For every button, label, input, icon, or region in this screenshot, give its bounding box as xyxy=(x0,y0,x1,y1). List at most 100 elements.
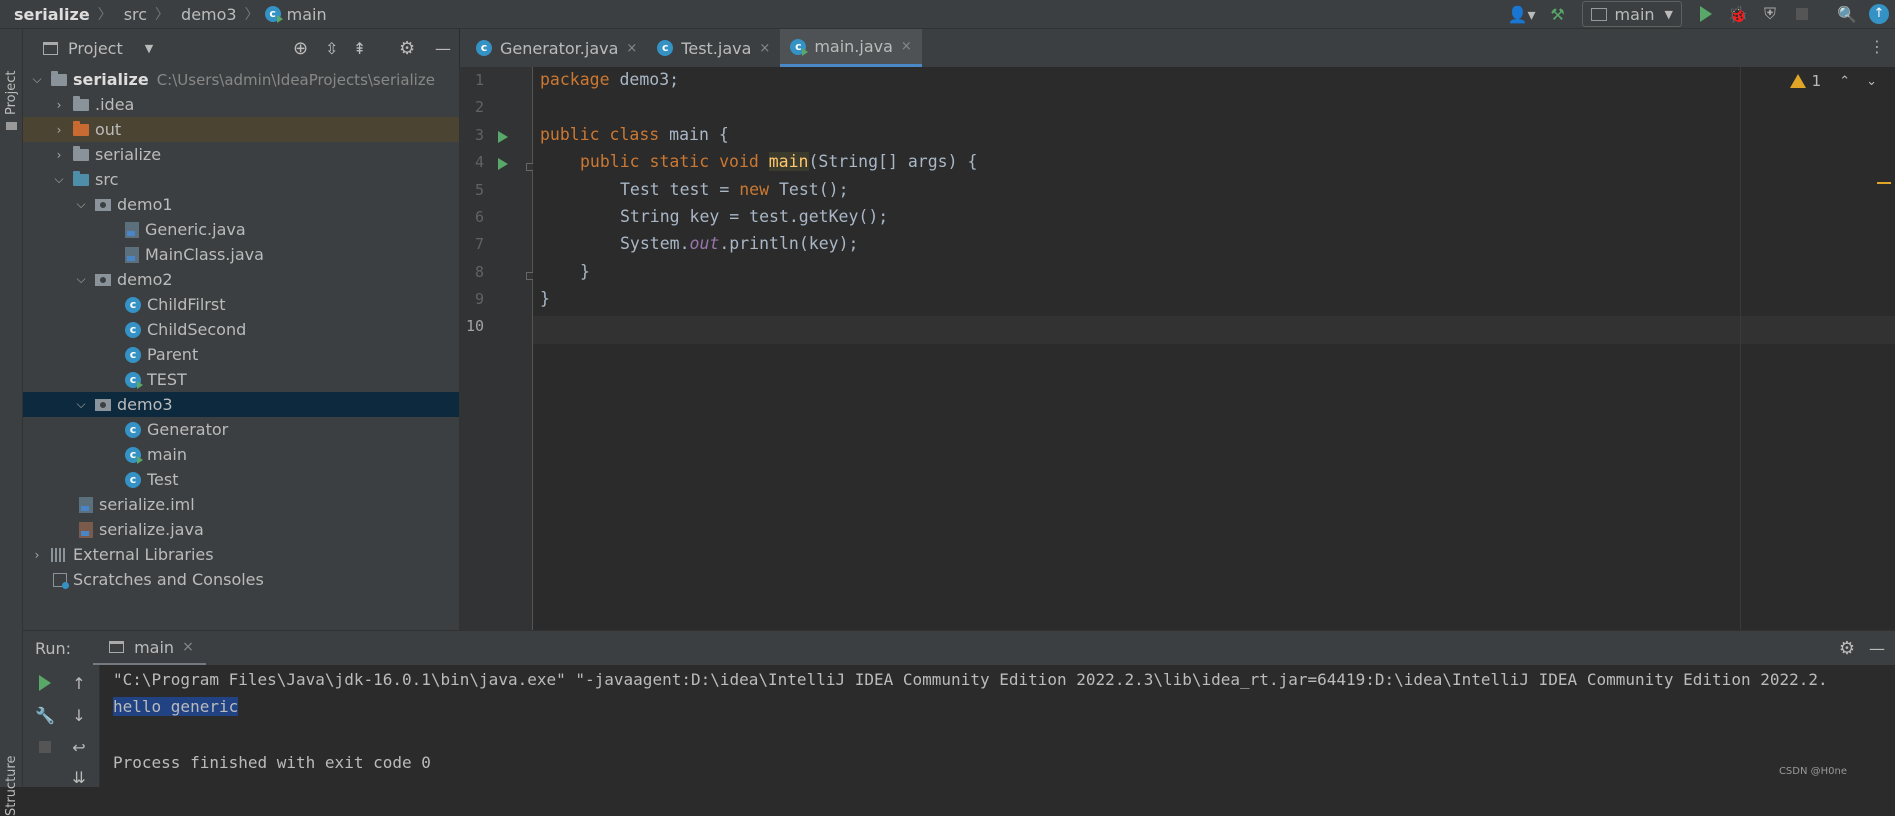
right-margin-guide xyxy=(1740,67,1741,630)
chevron-down-icon[interactable]: ⌵ xyxy=(75,397,87,412)
tree-item-generic-java[interactable]: Generic.java xyxy=(23,217,459,242)
tree-item-src[interactable]: ⌵ src xyxy=(23,167,459,192)
breadcrumb-src[interactable]: src xyxy=(118,5,147,24)
run-gutter-icon[interactable] xyxy=(498,158,508,170)
tree-item-label: demo3 xyxy=(117,395,173,414)
inspection-widget[interactable]: 1 ⌃ ⌄ xyxy=(1789,72,1877,90)
project-tool-tab[interactable]: Project xyxy=(4,71,19,115)
breadcrumb-file[interactable]: c main xyxy=(264,5,327,24)
close-icon[interactable]: × xyxy=(759,41,770,56)
run-config-select[interactable]: main ▼ xyxy=(1581,1,1682,27)
user-icon[interactable]: 👤▾ xyxy=(1505,1,1539,27)
java-file-icon xyxy=(125,221,139,238)
stop-icon[interactable] xyxy=(1789,1,1815,27)
breadcrumb-project[interactable]: serialize xyxy=(0,5,90,24)
expand-all-icon[interactable]: ⇳ xyxy=(325,39,338,58)
run-gutter-icon[interactable] xyxy=(498,131,508,143)
arrow-down-icon[interactable]: ↓ xyxy=(69,705,89,725)
run-tab[interactable]: main × xyxy=(93,631,206,666)
collapse-all-icon[interactable]: ⇞ xyxy=(353,39,366,58)
tab-generator-java[interactable]: c Generator.java × xyxy=(466,29,647,67)
runnable-class-icon: c xyxy=(790,38,809,56)
chevron-down-icon[interactable]: ⌵ xyxy=(31,72,43,87)
coverage-icon[interactable]: ⛨ xyxy=(1757,1,1783,27)
tree-item-label: serialize.iml xyxy=(99,495,195,514)
tree-item-serialize-folder[interactable]: › serialize xyxy=(23,142,459,167)
locate-icon[interactable]: ⊕ xyxy=(293,38,308,59)
chevron-right-icon[interactable]: › xyxy=(53,98,65,112)
tree-item-label: serialize xyxy=(95,145,162,164)
tree-item-serialize-iml[interactable]: serialize.iml xyxy=(23,492,459,517)
tree-item-childsecond[interactable]: c ChildSecond xyxy=(23,317,459,342)
run-icon[interactable] xyxy=(1693,1,1719,27)
gear-icon[interactable]: ⚙ xyxy=(399,38,415,59)
code-editor[interactable]: package demo3; public class main { publi… xyxy=(533,67,1895,630)
breadcrumb-separator: 〉 xyxy=(155,7,170,23)
breadcrumb-separator: 〉 xyxy=(244,7,259,23)
tree-item-out[interactable]: › out xyxy=(23,117,459,142)
project-view-icon xyxy=(43,41,58,55)
tree-item-demo3[interactable]: ⌵ demo3 xyxy=(23,392,459,417)
soft-wrap-icon[interactable]: ↩ xyxy=(69,737,89,757)
gear-icon[interactable]: ⚙ xyxy=(1839,638,1855,659)
class-icon: c xyxy=(125,421,141,438)
console-output[interactable]: "C:\Program Files\Java\jdk-16.0.1\bin\ja… xyxy=(100,665,1895,787)
tree-item-mainclass-java[interactable]: MainClass.java xyxy=(23,242,459,267)
tree-item-childfilrst[interactable]: c ChildFilrst xyxy=(23,292,459,317)
chevron-right-icon[interactable]: › xyxy=(53,148,65,162)
arrow-up-icon[interactable]: ↑ xyxy=(69,673,89,693)
tree-item-parent[interactable]: c Parent xyxy=(23,342,459,367)
java-file-icon xyxy=(125,246,139,263)
chevron-right-icon[interactable]: › xyxy=(53,123,65,137)
tree-item-demo1[interactable]: ⌵ demo1 xyxy=(23,192,459,217)
tree-item-label: External Libraries xyxy=(73,545,214,564)
rerun-icon[interactable] xyxy=(35,673,55,693)
build-hammer-icon[interactable]: ⚒ xyxy=(1545,1,1571,27)
hide-icon[interactable]: — xyxy=(1869,639,1885,658)
watermark: CSDN @H0ne xyxy=(1778,766,1847,777)
module-folder-icon xyxy=(51,70,67,86)
chevron-down-icon[interactable]: ⌵ xyxy=(75,197,87,212)
tree-item-serialize-root[interactable]: ⌵ serialize C:\Users\admin\IdeaProjects\… xyxy=(23,67,459,92)
tab-label: Generator.java xyxy=(500,38,619,58)
chevron-down-icon[interactable]: ⌵ xyxy=(75,272,87,287)
breadcrumb-package[interactable]: demo3 xyxy=(175,5,237,24)
tree-item-generator[interactable]: c Generator xyxy=(23,417,459,442)
tree-item-test[interactable]: c Test xyxy=(23,467,459,492)
wrench-icon[interactable]: 🔧 xyxy=(35,705,55,725)
tab-main-java[interactable]: c main.java × xyxy=(780,29,922,67)
chevron-down-icon[interactable]: ⌵ xyxy=(53,172,65,187)
tab-test-java[interactable]: c Test.java × xyxy=(647,29,780,67)
close-icon[interactable]: × xyxy=(626,41,637,56)
runnable-class-icon: c xyxy=(125,371,143,389)
chevron-up-icon[interactable]: ⌃ xyxy=(1839,74,1850,89)
stop-icon[interactable] xyxy=(35,737,55,757)
tree-item-idea[interactable]: › .idea xyxy=(23,92,459,117)
tree-item-demo2[interactable]: ⌵ demo2 xyxy=(23,267,459,292)
tree-item-main[interactable]: c main xyxy=(23,442,459,467)
tab-options-icon[interactable]: ⋮ xyxy=(1869,37,1885,56)
tree-item-serialize-java[interactable]: serialize.java xyxy=(23,517,459,542)
project-panel-title[interactable]: Project xyxy=(68,39,123,58)
tree-item-test-upper[interactable]: c TEST xyxy=(23,367,459,392)
close-icon[interactable]: × xyxy=(901,39,912,54)
close-icon[interactable]: × xyxy=(182,639,194,655)
class-icon: c xyxy=(125,296,141,313)
chevron-right-icon[interactable]: › xyxy=(31,548,43,562)
hide-icon[interactable]: — xyxy=(435,39,451,58)
search-icon[interactable]: 🔍 xyxy=(1834,1,1860,27)
tree-item-external-libraries[interactable]: › External Libraries xyxy=(23,542,459,567)
tree-item-scratches[interactable]: Scratches and Consoles xyxy=(23,567,459,592)
chevron-down-icon[interactable]: ▼ xyxy=(145,42,153,55)
code-line-4: public static void main(String[] args) { xyxy=(580,152,978,171)
structure-tool-tab[interactable]: Structure xyxy=(4,756,19,816)
scroll-to-end-icon[interactable]: ⇊ xyxy=(69,767,89,787)
code-line-1: package demo3; xyxy=(540,70,680,89)
console-line-output: hello generic xyxy=(113,697,239,716)
debug-icon[interactable]: 🐞 xyxy=(1725,1,1751,27)
line-number: 1 xyxy=(474,71,484,89)
chevron-down-icon[interactable]: ⌄ xyxy=(1866,74,1877,89)
update-icon[interactable]: ↑ xyxy=(1866,1,1892,27)
line-number: 3 xyxy=(474,126,484,144)
folder-icon xyxy=(6,122,17,130)
